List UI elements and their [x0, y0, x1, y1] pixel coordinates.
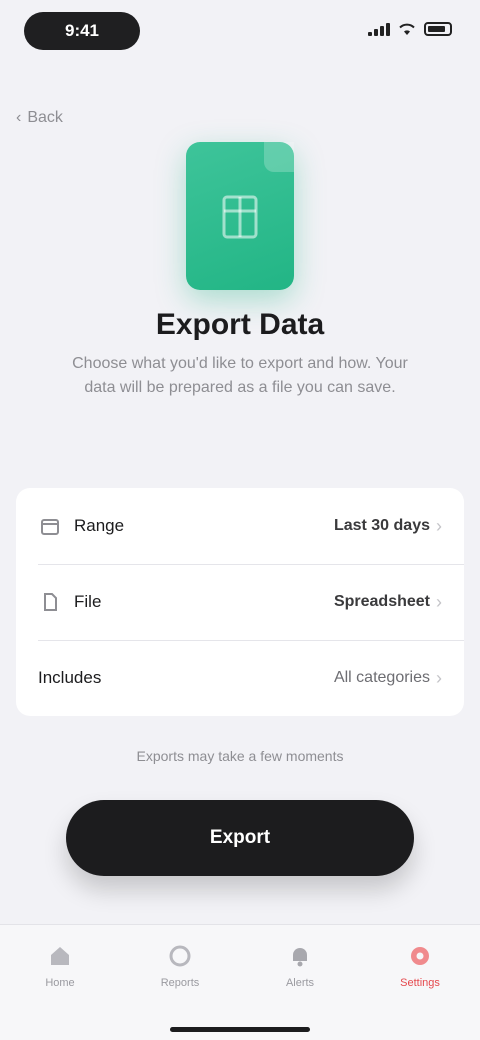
option-label: Includes: [38, 668, 102, 687]
export-options-card: Range Last 30 days › File Spreadsheet › In…: [16, 488, 464, 716]
status-time: 9:41: [24, 12, 140, 50]
status-icons: [368, 22, 452, 36]
wifi-icon: [399, 23, 415, 35]
chevron-right-icon: ›: [436, 515, 442, 536]
tab-label: Reports: [160, 977, 200, 989]
option-value: All categories: [333, 669, 430, 686]
tab-label: Alerts: [285, 977, 315, 989]
page-title: Export Data: [155, 308, 325, 341]
status-bar: 9:41: [0, 0, 480, 64]
tab-home[interactable]: Home: [15, 941, 105, 1040]
tab-bar: Home Reports Alerts Settings: [0, 924, 480, 1040]
chevron-left-icon: ‹: [16, 109, 22, 126]
option-label: Range: [74, 516, 125, 535]
option-row-range[interactable]: Range Last 30 days ›: [16, 488, 464, 564]
file-icon: [38, 590, 62, 614]
page-description: Choose what you'd like to export and how…: [72, 355, 408, 396]
option-row-file[interactable]: File Spreadsheet ›: [16, 564, 464, 640]
tab-reports[interactable]: Reports: [135, 941, 225, 1040]
chart-icon: [165, 941, 195, 971]
option-row-includes[interactable]: Includes All categories ›: [16, 640, 464, 716]
export-button[interactable]: Export: [66, 800, 414, 876]
home-indicator: [170, 1027, 310, 1032]
option-value: Last 30 days: [333, 517, 430, 534]
chevron-right-icon: ›: [436, 591, 442, 612]
chevron-right-icon: ›: [436, 667, 442, 688]
tab-alerts[interactable]: Alerts: [255, 941, 345, 1040]
back-label: Back: [27, 109, 63, 126]
signal-icon: [368, 22, 390, 36]
tab-label: Home: [45, 977, 75, 989]
home-icon: [45, 941, 75, 971]
calendar-icon: [38, 514, 62, 538]
spreadsheet-glyph-icon: [222, 195, 258, 239]
option-label: File: [74, 592, 102, 611]
tab-label: Settings: [400, 977, 440, 989]
settings-icon: [405, 941, 435, 971]
export-note: Exports may take a few moments: [136, 748, 344, 764]
tab-settings[interactable]: Settings: [375, 941, 465, 1040]
back-button[interactable]: ‹ Back: [16, 102, 63, 134]
option-value: Spreadsheet: [333, 593, 430, 610]
battery-icon: [424, 22, 452, 36]
document-icon: [186, 142, 294, 290]
bell-icon: [285, 941, 315, 971]
